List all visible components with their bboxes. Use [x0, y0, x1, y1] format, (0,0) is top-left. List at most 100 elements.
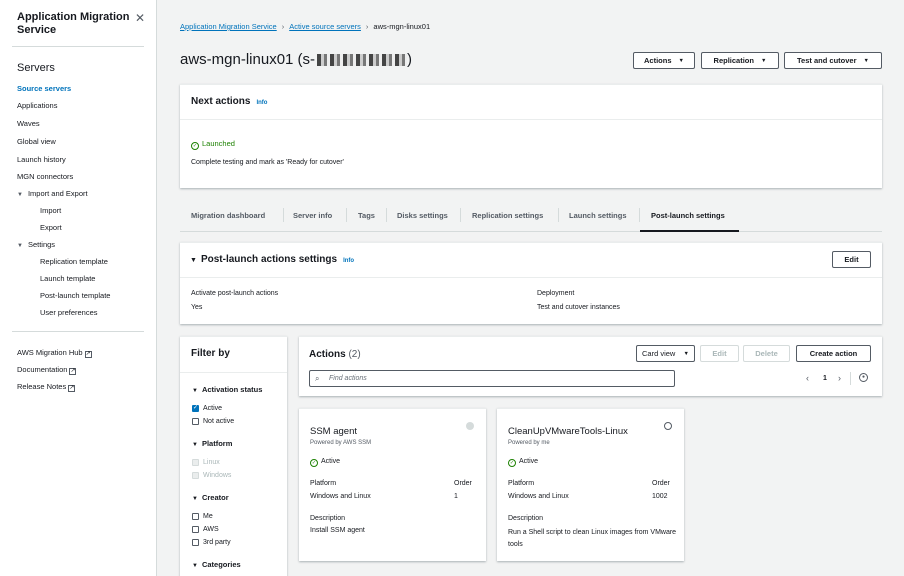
filter-categories[interactable]: ▼ Categories	[192, 560, 241, 569]
link-migration-hub[interactable]: AWS Migration Hub ↗	[17, 348, 92, 358]
search-icon: ⌕	[315, 374, 320, 383]
checkbox-active-label: Active	[203, 405, 223, 412]
tabs-baseline	[180, 231, 882, 232]
external-link-icon: ↗	[69, 368, 77, 375]
search-placeholder: Find actions	[329, 375, 367, 382]
page-number[interactable]: 1	[823, 375, 827, 382]
checkbox-windows-label: Windows	[203, 472, 232, 479]
tab-post-launch-settings[interactable]: Post-launch settings	[651, 211, 725, 220]
card-radio-disabled[interactable]	[466, 422, 474, 430]
card-description-value: Run a Shell script to clean Linux images…	[508, 529, 677, 548]
view-select[interactable]: Card view ▼	[636, 345, 695, 362]
tab-server-info[interactable]: Server info	[293, 211, 332, 220]
nav-import-export[interactable]: ▼ Import and Export	[17, 189, 88, 198]
link-release-notes[interactable]: Release Notes ↗	[17, 382, 76, 392]
card-description-label: Description	[310, 515, 346, 522]
post-launch-heading[interactable]: ▼ Post-launch actions settings Info	[190, 254, 354, 265]
chevron-left-icon[interactable]: ‹	[806, 373, 809, 383]
caret-down-icon: ▼	[760, 57, 767, 64]
nav-export[interactable]: Export	[40, 223, 62, 232]
caret-down-icon: ▼	[863, 57, 869, 64]
caret-down-icon: ▼	[192, 563, 198, 569]
card-title: CleanUpVMwareTools-Linux	[508, 426, 628, 437]
action-card-cleanup-vmware-tools[interactable]: CleanUpVMwareTools-Linux Powered by me ✓…	[497, 408, 684, 561]
filter-activation-status[interactable]: ▼ Activation status	[192, 385, 262, 394]
card-order-label: Order	[652, 480, 670, 487]
caret-down-icon: ▼	[17, 243, 23, 249]
nav-source-servers[interactable]: Source servers	[17, 84, 71, 93]
nav-waves[interactable]: Waves	[17, 119, 40, 128]
filter-activation-label: Activation status	[201, 385, 263, 394]
breadcrumb-current: aws-mgn-linux01	[373, 22, 431, 31]
tab-tags[interactable]: Tags	[358, 211, 375, 220]
filter-creator[interactable]: ▼ Creator	[192, 493, 229, 502]
view-select-value: Card view	[642, 349, 676, 358]
card-status: ✓ Active	[310, 458, 340, 467]
chevron-right-icon[interactable]: ›	[838, 373, 841, 383]
edit-button[interactable]: Edit	[832, 251, 871, 268]
action-card-ssm-agent[interactable]: SSM agent Powered by AWS SSM ✓ Active Pla…	[299, 408, 486, 561]
check-circle-icon: ✓	[191, 142, 199, 150]
card-description-label: Description	[508, 515, 544, 522]
post-launch-title: Post-launch actions settings	[200, 254, 338, 265]
settings-gear-icon[interactable]: ●	[859, 373, 868, 382]
nav-post-launch-template[interactable]: Post-launch template	[40, 291, 110, 300]
card-order-value: 1	[454, 493, 458, 500]
filter-platform[interactable]: ▼ Platform	[192, 439, 232, 448]
tab-replication-settings[interactable]: Replication settings	[472, 211, 543, 220]
nav-import[interactable]: Import	[40, 206, 61, 215]
actions-count: (2)	[348, 349, 361, 360]
breadcrumb-service[interactable]: Application Migration Service	[180, 22, 277, 31]
card-title: SSM agent	[310, 426, 357, 437]
search-input[interactable]: ⌕ Find actions	[309, 370, 675, 387]
link-documentation[interactable]: Documentation ↗	[17, 365, 77, 375]
nav-replication-template[interactable]: Replication template	[40, 257, 108, 266]
checkbox-aws[interactable]: AWS	[192, 526, 219, 533]
replication-dropdown-button[interactable]: Replication ▼	[701, 52, 779, 69]
checkbox-me[interactable]: Me	[192, 513, 213, 520]
nav-settings[interactable]: ▼ Settings	[17, 240, 55, 249]
active-tab-indicator	[640, 230, 739, 232]
checkbox-3rd-party[interactable]: 3rd party	[192, 539, 231, 546]
service-title[interactable]: Application Migration Service	[17, 11, 132, 37]
create-action-button[interactable]: Create action	[796, 345, 871, 362]
info-link[interactable]: Info	[343, 258, 354, 264]
tab-separator	[460, 208, 461, 222]
check-circle-icon: ✓	[310, 459, 318, 467]
nav-launch-history[interactable]: Launch history	[17, 155, 66, 164]
nav-user-preferences[interactable]: User preferences	[40, 308, 98, 317]
nav-applications[interactable]: Applications	[17, 101, 57, 110]
link-documentation-label: Documentation	[17, 365, 68, 374]
caret-down-icon: ▼	[190, 257, 197, 264]
checkbox-windows[interactable]: Windows	[192, 472, 231, 479]
tab-migration-dashboard[interactable]: Migration dashboard	[191, 211, 265, 220]
nav-launch-template[interactable]: Launch template	[40, 274, 95, 283]
tab-disks-settings[interactable]: Disks settings	[397, 211, 448, 220]
test-cutover-dropdown-button[interactable]: Test and cutover ▼	[784, 52, 882, 69]
divider	[180, 372, 287, 373]
checkbox-checked-icon: ✓	[192, 405, 199, 412]
info-link[interactable]: Info	[256, 100, 267, 106]
card-radio[interactable]	[664, 422, 672, 430]
replication-button-label: Replication	[713, 56, 754, 65]
checkbox-active[interactable]: ✓ Active	[192, 405, 222, 412]
checkbox-icon	[192, 539, 199, 546]
caret-down-icon: ▼	[683, 350, 689, 357]
caret-down-icon: ▼	[678, 57, 684, 64]
nav-mgn-connectors[interactable]: MGN connectors	[17, 172, 73, 181]
edit-action-button[interactable]: Edit	[700, 345, 739, 362]
close-icon[interactable]: ✕	[135, 11, 145, 25]
external-link-icon: ↗	[68, 385, 76, 392]
deployment-label: Deployment	[537, 290, 575, 297]
delete-action-button[interactable]: Delete	[743, 345, 790, 362]
checkbox-linux[interactable]: Linux	[192, 459, 220, 466]
checkbox-not-active[interactable]: Not active	[192, 418, 234, 425]
nav-global-view[interactable]: Global view	[17, 137, 56, 146]
tab-launch-settings[interactable]: Launch settings	[569, 211, 627, 220]
nav-section-servers: Servers	[17, 62, 55, 74]
activate-label: Activate post-launch actions	[191, 290, 279, 297]
next-actions-heading: Next actions Info	[191, 96, 267, 107]
actions-dropdown-button[interactable]: Actions ▼	[633, 52, 695, 69]
checkbox-disabled-icon	[192, 459, 199, 466]
breadcrumb-active-source-servers[interactable]: Active source servers	[289, 22, 361, 31]
